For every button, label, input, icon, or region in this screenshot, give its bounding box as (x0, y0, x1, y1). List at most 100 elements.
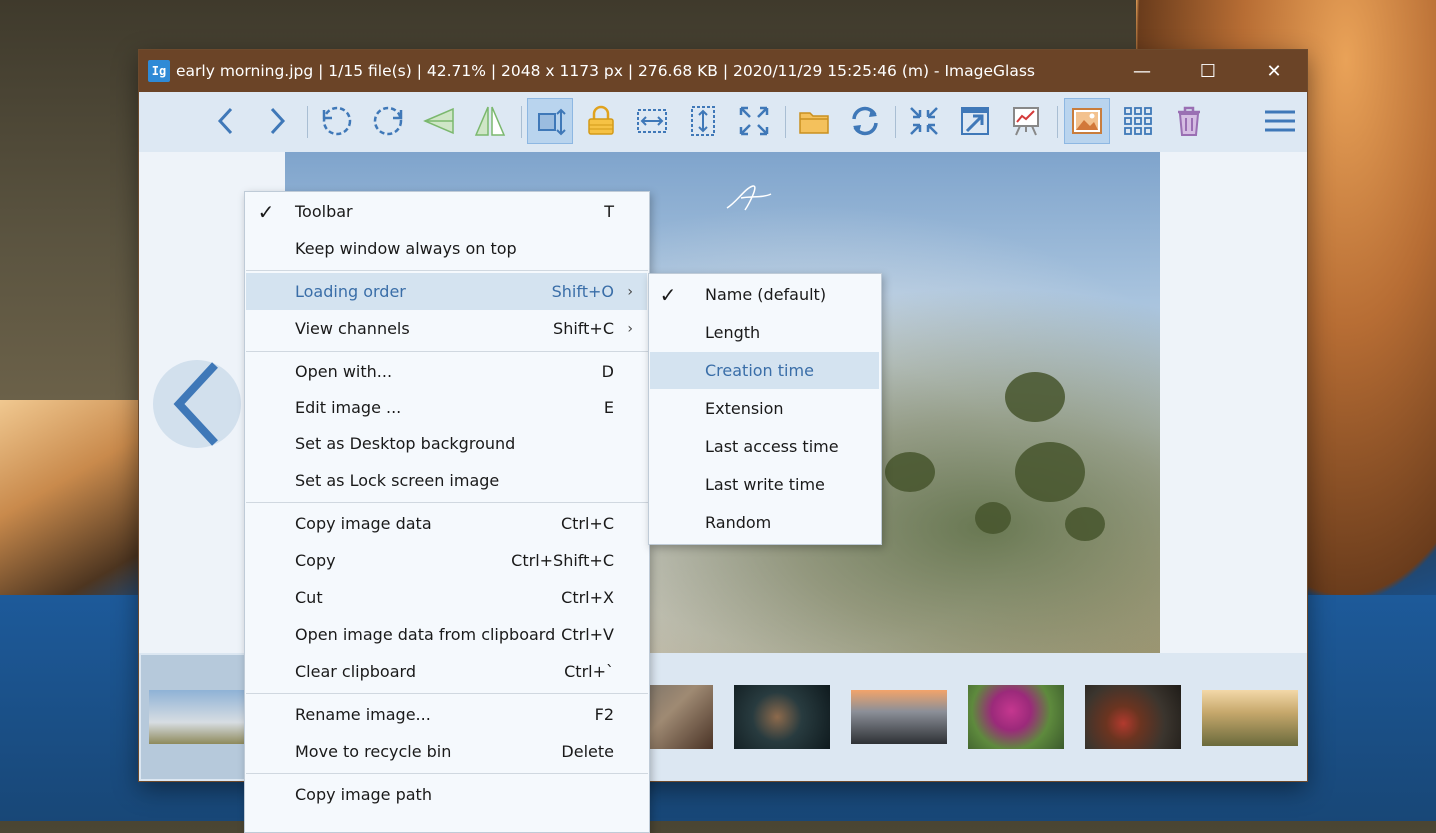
thumbnail-item[interactable] (734, 685, 830, 749)
thumbnail-item[interactable] (851, 690, 947, 744)
collapse-arrows-icon (910, 107, 938, 135)
menu-item-shortcut: Ctrl+V (561, 625, 614, 644)
menu-item-shortcut: Delete (561, 742, 614, 761)
auto-zoom-icon (538, 108, 566, 136)
chevron-right-icon (270, 107, 286, 135)
scale-to-height-button[interactable] (680, 98, 726, 144)
external-link-icon (961, 107, 989, 135)
menu-item-label: Rename image... (295, 705, 431, 724)
menu-item-label: View channels (295, 319, 410, 338)
menu-item-set-lock-screen[interactable]: Set as Lock screen image (246, 462, 647, 499)
menu-item-loading-order[interactable]: Loading order Shift+O › (246, 273, 647, 310)
menu-separator (246, 773, 648, 774)
tree-foliage (885, 452, 935, 492)
menu-item-label: Keep window always on top (295, 239, 517, 258)
menu-item-shortcut: T (604, 202, 614, 221)
menu-item-shortcut: F2 (594, 705, 614, 724)
minimize-button[interactable]: — (1109, 50, 1175, 92)
menu-separator (246, 270, 648, 271)
rotate-right-button[interactable] (365, 98, 411, 144)
menu-item-clear-clipboard[interactable]: Clear clipboard Ctrl+` (246, 653, 647, 690)
rotate-left-button[interactable] (314, 98, 360, 144)
submenu-item-random[interactable]: Random (650, 504, 879, 541)
lock-zoom-button[interactable] (578, 98, 624, 144)
delete-button[interactable] (1166, 98, 1212, 144)
thumbnail-item[interactable] (1085, 685, 1181, 749)
title-bar[interactable]: Ig early morning.jpg | 1/15 file(s) | 42… (139, 50, 1307, 92)
auto-zoom-button[interactable] (527, 98, 573, 144)
submenu-item-name-default[interactable]: ✓ Name (default) (650, 276, 879, 313)
flip-vertical-button[interactable] (467, 98, 513, 144)
toolbar (139, 92, 1307, 152)
thumbnail-grid-button[interactable] (1115, 98, 1161, 144)
scale-to-height-icon (691, 106, 715, 136)
flip-horizontal-icon (423, 107, 454, 135)
menu-item-open-from-clipboard[interactable]: Open image data from clipboard Ctrl+V (246, 616, 647, 653)
toolbar-separator (1057, 106, 1058, 138)
go-to-image-button[interactable] (952, 98, 998, 144)
next-image-button[interactable] (253, 98, 299, 144)
menu-item-label: Loading order (295, 282, 406, 301)
signature-watermark-icon (726, 185, 772, 211)
viewer-previous-button[interactable] (153, 360, 241, 448)
menu-item-copy[interactable]: Copy Ctrl+Shift+C (246, 542, 647, 579)
menu-item-view-channels[interactable]: View channels Shift+C › (246, 310, 647, 347)
menu-item-toolbar[interactable]: ✓ Toolbar T (246, 193, 647, 230)
folder-icon (799, 112, 829, 134)
menu-item-rename-image[interactable]: Rename image... F2 (246, 696, 647, 733)
window-title: early morning.jpg | 1/15 file(s) | 42.71… (176, 62, 1035, 80)
submenu-item-label: Length (705, 323, 761, 342)
rotate-left-icon (322, 106, 352, 136)
menu-item-shortcut: Ctrl+` (564, 662, 614, 681)
submenu-item-length[interactable]: Length (650, 314, 879, 351)
menu-item-edit-image[interactable]: Edit image ... E (246, 389, 647, 426)
menu-item-cut[interactable]: Cut Ctrl+X (246, 579, 647, 616)
scale-to-fit-button[interactable] (731, 98, 777, 144)
menu-item-label: Move to recycle bin (295, 742, 452, 761)
submenu-item-extension[interactable]: Extension (650, 390, 879, 427)
toolbar-separator (521, 106, 522, 138)
submenu-item-label: Last access time (705, 437, 839, 456)
previous-image-button[interactable] (204, 98, 250, 144)
slideshow-button[interactable] (1003, 98, 1049, 144)
menu-item-label: Copy image path (295, 785, 432, 804)
menu-item-set-desktop-background[interactable]: Set as Desktop background (246, 425, 647, 462)
chevron-left-icon (173, 362, 218, 446)
thumbnail-item[interactable] (968, 685, 1064, 749)
open-file-button[interactable] (791, 98, 837, 144)
submenu-item-label: Extension (705, 399, 784, 418)
menu-item-label: Set as Lock screen image (295, 471, 500, 490)
scale-to-width-button[interactable] (629, 98, 675, 144)
chevron-left-icon (217, 107, 233, 135)
menu-item-keep-on-top[interactable]: Keep window always on top (246, 230, 647, 267)
grid-icon (1124, 107, 1152, 135)
presentation-chart-icon (1013, 107, 1039, 136)
menu-item-label: Edit image ... (295, 398, 402, 417)
check-icon: ✓ (257, 199, 275, 224)
image-icon (1072, 108, 1102, 134)
thumbnail-item[interactable] (149, 690, 245, 744)
menu-item-move-to-recycle-bin[interactable]: Move to recycle bin Delete (246, 733, 647, 770)
window-controls: — ☐ ✕ (1109, 50, 1307, 92)
submenu-item-last-access-time[interactable]: Last access time (650, 428, 879, 465)
refresh-button[interactable] (842, 98, 888, 144)
flip-horizontal-button[interactable] (416, 98, 462, 144)
menu-item-label: Cut (295, 588, 323, 607)
menu-item-shortcut: Shift+O (551, 282, 614, 301)
submenu-item-creation-time[interactable]: Creation time (650, 352, 879, 389)
thumbnail-item[interactable] (1202, 690, 1298, 746)
toolbar-separator (895, 106, 896, 138)
menu-item-copy-image-path[interactable]: Copy image path (246, 776, 647, 813)
maximize-button[interactable]: ☐ (1175, 50, 1241, 92)
refresh-icon (852, 106, 878, 136)
menu-item-label: Toolbar (295, 202, 353, 221)
show-thumbnails-button[interactable] (1064, 98, 1110, 144)
menu-item-open-with[interactable]: Open with... D (246, 353, 647, 390)
menu-item-copy-image-data[interactable]: Copy image data Ctrl+C (246, 505, 647, 542)
main-menu-button[interactable] (1257, 98, 1303, 144)
close-button[interactable]: ✕ (1241, 50, 1307, 92)
menu-item-shortcut: E (603, 398, 614, 417)
fullscreen-button[interactable] (901, 98, 947, 144)
lock-icon (588, 105, 614, 135)
submenu-item-last-write-time[interactable]: Last write time (650, 466, 879, 503)
